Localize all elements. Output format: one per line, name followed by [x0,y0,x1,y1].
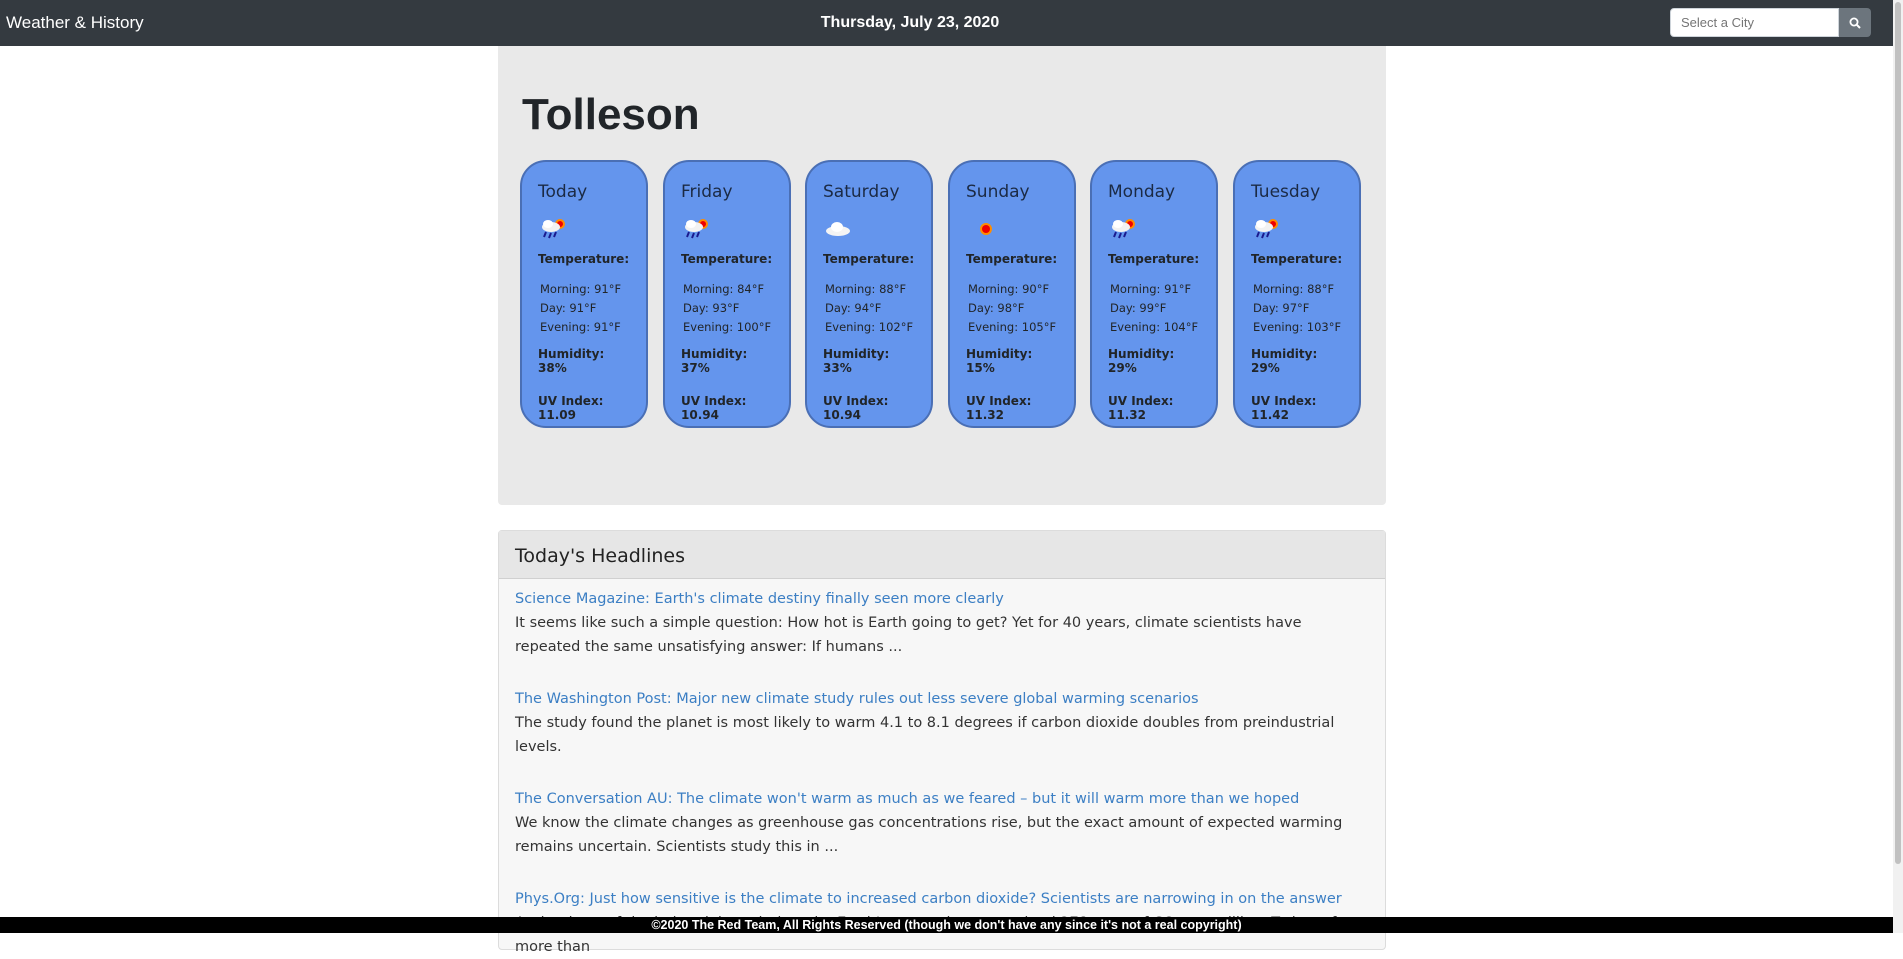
scrollbar-thumb[interactable] [1895,2,1901,864]
scrollbar[interactable] [1893,0,1903,933]
rain-sun-icon [1251,216,1343,244]
search-button[interactable] [1839,8,1871,37]
forecast-day: Today [538,182,588,202]
evening-temp: Evening: 104°F [1110,320,1199,334]
evening-temp: Evening: 100°F [683,320,772,334]
weather-panel: Tolleson Today Temperature: Morning: 91°F D… [498,46,1386,505]
search-icon [1849,17,1861,29]
forecast-card: Friday Temperature: Morning: 84°F Day: 93°F… [663,160,791,428]
uv-index: UV Index: 11.32 [1108,394,1174,422]
humidity: Humidity: 33% [823,347,890,375]
uv-index: UV Index: 11.42 [1251,394,1317,422]
footer: ©2020 The Red Team, All Rights Reserved … [0,917,1893,933]
uv-index: UV Index: 11.32 [966,394,1032,422]
temperature-values: Morning: 88°F Day: 94°F Evening: 102°F [823,280,915,337]
headline-item: The Washington Post: Major new climate s… [499,679,1385,759]
forecast-card: Tuesday Temperature: Morning: 88°F Day: 97°… [1233,160,1361,428]
headlines-title: Today's Headlines [499,531,1385,579]
morning-temp: Morning: 90°F [968,282,1050,296]
humidity: Humidity: 29% [1108,347,1175,375]
headline-link[interactable]: Science Magazine: Earth's climate destin… [515,591,1369,607]
temperature-label: Temperature: [823,252,915,266]
day-temp: Day: 94°F [825,301,882,315]
headline-item: Science Magazine: Earth's climate destin… [499,579,1385,659]
forecast-day: Monday [1108,182,1176,202]
uv-index: UV Index: 10.94 [681,394,747,422]
evening-temp: Evening: 105°F [968,320,1057,334]
uv-index: UV Index: 11.09 [538,394,604,422]
temperature-label: Temperature: [966,252,1058,266]
rain-sun-icon [538,216,630,244]
rain-sun-icon [681,216,773,244]
temperature-values: Morning: 88°F Day: 97°F Evening: 103°F [1251,280,1343,337]
temperature-values: Morning: 91°F Day: 99°F Evening: 104°F [1108,280,1200,337]
day-temp: Day: 97°F [1253,301,1310,315]
morning-temp: Morning: 88°F [1253,282,1335,296]
headline-link[interactable]: The Washington Post: Major new climate s… [515,691,1369,707]
current-date: Thursday, July 23, 2020 [820,14,1000,31]
day-temp: Day: 91°F [540,301,597,315]
forecast-card: Monday Temperature: Morning: 91°F Day: 99°F… [1090,160,1218,428]
sun-icon [966,216,1058,244]
headline-description: We know the climate changes as greenhous… [515,815,1343,855]
headlines-panel: Today's Headlines Science Magazine: Eart… [498,530,1386,955]
temperature-values: Morning: 91°F Day: 91°F Evening: 91°F [538,280,630,337]
morning-temp: Morning: 91°F [540,282,622,296]
headline-description: The study found the planet is most likel… [515,715,1335,755]
forecast-day: Friday [681,182,733,202]
temperature-label: Temperature: [1251,252,1343,266]
headline-link[interactable]: Phys.Org: Just how sensitive is the clim… [515,891,1369,907]
rain-sun-icon [1108,216,1200,244]
evening-temp: Evening: 103°F [1253,320,1342,334]
humidity: Humidity: 37% [681,347,748,375]
humidity: Humidity: 15% [966,347,1033,375]
forecast-card: Sunday Temperature: Morning: 90°F Day: 98°F… [948,160,1076,428]
temperature-label: Temperature: [1108,252,1200,266]
day-temp: Day: 99°F [1110,301,1167,315]
forecast-card: Today Temperature: Morning: 91°F Day: 91°F E… [520,160,648,428]
humidity: Humidity: 29% [1251,347,1318,375]
headline-link[interactable]: The Conversation AU: The climate won't w… [515,791,1369,807]
headline-description: It seems like such a simple question: Ho… [515,615,1302,655]
cloud-icon [823,216,915,244]
morning-temp: Morning: 84°F [683,282,765,296]
city-search-input[interactable] [1670,8,1839,37]
temperature-values: Morning: 90°F Day: 98°F Evening: 105°F [966,280,1058,337]
temperature-values: Morning: 84°F Day: 93°F Evening: 100°F [681,280,773,337]
forecast-card: Saturday Temperature: Morning: 88°F Day: 94… [805,160,933,428]
forecast-day: Saturday [823,182,900,202]
forecast-day: Tuesday [1251,182,1321,202]
forecast-day: Sunday [966,182,1030,202]
day-temp: Day: 98°F [968,301,1025,315]
temperature-label: Temperature: [538,252,630,266]
city-title: Tolleson [522,90,700,139]
morning-temp: Morning: 88°F [825,282,907,296]
evening-temp: Evening: 91°F [540,320,621,334]
uv-index: UV Index: 10.94 [823,394,889,422]
evening-temp: Evening: 102°F [825,320,914,334]
humidity: Humidity: 38% [538,347,605,375]
headline-item: The Conversation AU: The climate won't w… [499,779,1385,859]
top-navbar: Weather & History Thursday, July 23, 202… [0,0,1893,46]
temperature-label: Temperature: [681,252,773,266]
city-search [1670,8,1871,37]
morning-temp: Morning: 91°F [1110,282,1192,296]
day-temp: Day: 93°F [683,301,740,315]
